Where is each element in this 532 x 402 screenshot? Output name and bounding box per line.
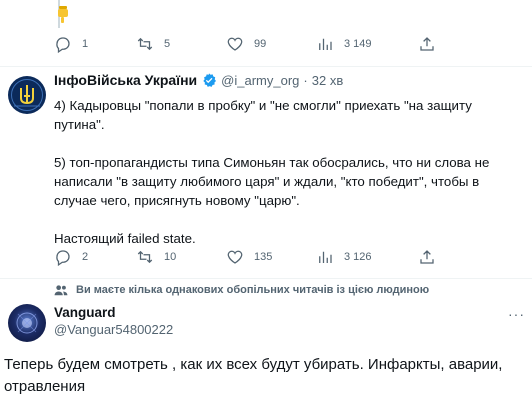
views-count: 3 149	[344, 38, 372, 50]
retweet-count: 5	[164, 38, 171, 50]
retweet-icon	[137, 37, 153, 51]
notice-text: Ви маєте кілька однакових обопільних чит…	[76, 284, 430, 296]
tweet-paragraph: 5) топ-пропагандисты типа Симоньян так о…	[54, 155, 490, 208]
retweet-button[interactable]: 5	[136, 35, 170, 53]
views-button[interactable]: 3 149	[316, 35, 372, 53]
people-icon	[54, 285, 68, 296]
battery-emoji	[58, 6, 68, 23]
views-button[interactable]: 3 126	[316, 248, 372, 266]
timestamp[interactable]: 32 хв	[312, 73, 343, 88]
avatar-art-icon	[16, 312, 38, 334]
separator-dot: ·	[303, 72, 308, 88]
tweet-header: ІнфоВійська України @i_army_org · 32 хв	[54, 72, 343, 88]
views-count: 3 126	[344, 251, 372, 263]
like-button[interactable]: 135	[226, 248, 272, 266]
retweet-count: 10	[164, 251, 177, 263]
heart-icon	[227, 37, 243, 51]
reply-author-name[interactable]: Vanguard	[54, 305, 116, 320]
reply-text: Теперь будем смотреть , как их всех буду…	[4, 356, 503, 395]
avatar[interactable]	[8, 304, 46, 342]
like-count: 135	[254, 251, 273, 263]
divider	[0, 66, 532, 67]
author-name[interactable]: ІнфоВійська України	[54, 72, 197, 88]
tweet-paragraph: 4) Кадыровцы "попали в пробку" и "не смо…	[54, 98, 472, 132]
reply-author-handle[interactable]: @Vanguar54800222	[54, 322, 173, 337]
reply-icon	[56, 37, 70, 53]
author-handle[interactable]: @i_army_org	[221, 73, 299, 88]
verified-badge-icon	[203, 73, 217, 87]
reply-count: 2	[82, 251, 89, 263]
share-icon	[420, 37, 434, 51]
share-button[interactable]	[418, 35, 436, 53]
reply-button[interactable]: 2	[54, 248, 88, 266]
reply-count: 1	[82, 38, 89, 50]
views-icon	[319, 38, 332, 50]
views-icon	[319, 251, 332, 263]
heart-icon	[227, 250, 243, 264]
like-button[interactable]: 99	[226, 35, 266, 53]
more-options-icon[interactable]: ···	[508, 306, 525, 322]
previous-tweet-actions: 1 5 99 3 149	[54, 32, 444, 56]
divider	[0, 278, 532, 279]
tweet-text: 4) Кадыровцы "попали в пробку" и "не смо…	[54, 96, 524, 248]
reply-icon	[56, 250, 70, 266]
tweet-actions: 2 10 135 3 126	[54, 245, 444, 269]
retweet-icon	[137, 250, 153, 264]
mutual-followers-notice: Ви маєте кілька однакових обопільних чит…	[54, 283, 429, 297]
share-button[interactable]	[418, 248, 436, 266]
trident-emblem-icon	[14, 85, 40, 107]
avatar[interactable]	[8, 76, 46, 114]
share-icon	[420, 250, 434, 264]
like-count: 99	[254, 38, 267, 50]
retweet-button[interactable]: 10	[136, 248, 176, 266]
reply-button[interactable]: 1	[54, 35, 88, 53]
